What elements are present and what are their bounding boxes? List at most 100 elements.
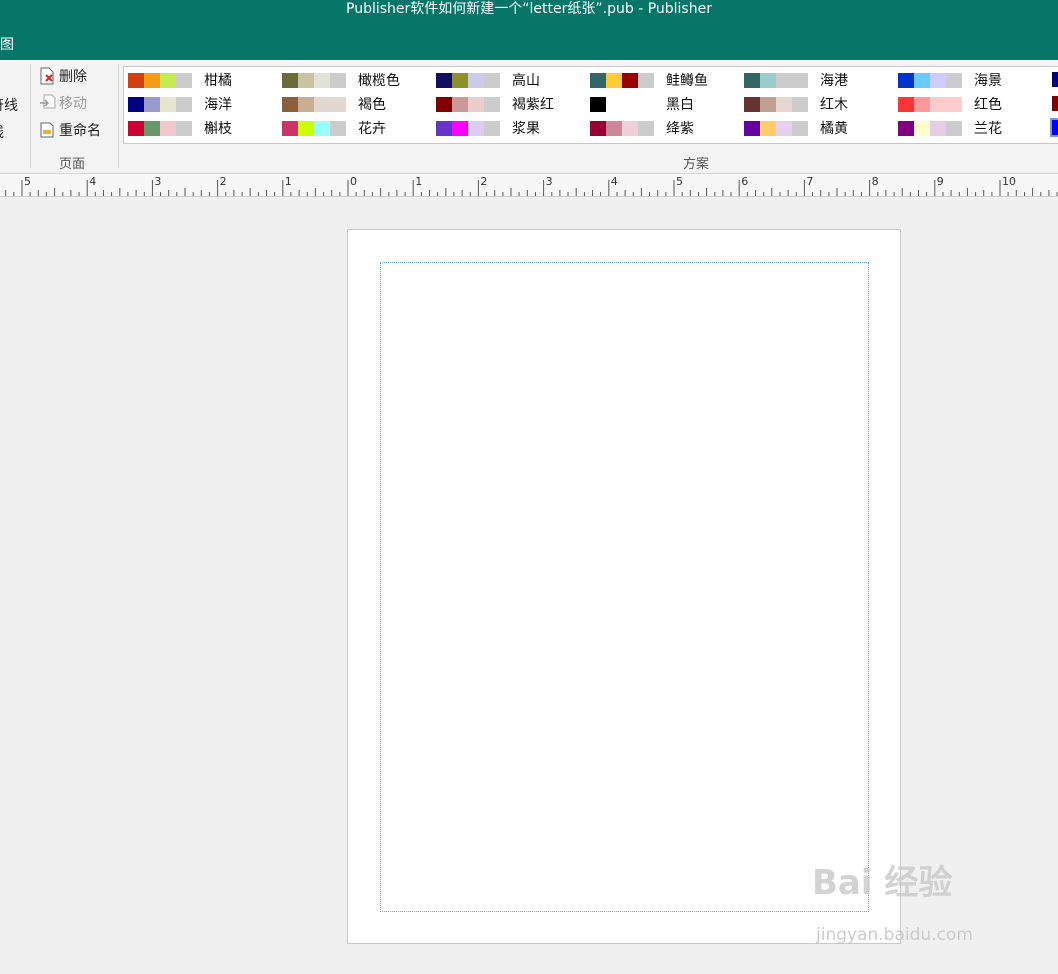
color-scheme-item[interactable]: 橘黄 xyxy=(744,118,848,138)
color-swatch xyxy=(484,96,500,112)
move-page-label: 移动 xyxy=(59,96,87,112)
color-scheme-item[interactable]: 海港 xyxy=(744,70,848,90)
scheme-swatches xyxy=(436,120,500,136)
delete-page-icon xyxy=(38,67,56,85)
color-swatch xyxy=(160,72,176,88)
scheme-name: 兰花 xyxy=(974,121,1002,137)
tab-view[interactable]: 视图 xyxy=(0,34,14,54)
color-scheme-item[interactable]: 柑橘 xyxy=(128,70,232,90)
color-swatch xyxy=(776,72,792,88)
window-title: Publisher软件如何新建一个“letter纸张”.pub - Publis… xyxy=(346,1,712,17)
color-swatch xyxy=(144,96,160,112)
color-scheme-item[interactable]: 红色 xyxy=(898,94,1002,114)
color-scheme-item[interactable]: 黑白 xyxy=(590,94,694,114)
title-bar: Publisher软件如何新建一个“letter纸张”.pub - Publis… xyxy=(0,0,1058,26)
move-page-button[interactable]: 移动 xyxy=(38,92,87,114)
color-swatch xyxy=(792,72,808,88)
ruler-label: 4 xyxy=(611,175,618,188)
group-separator xyxy=(118,64,119,168)
color-scheme-item[interactable]: 海洋 xyxy=(128,94,232,114)
color-scheme-item[interactable]: 海景 xyxy=(898,70,1002,90)
color-swatch xyxy=(930,72,946,88)
scheme-name: 海港 xyxy=(820,73,848,89)
color-swatch xyxy=(436,96,452,112)
color-scheme-item[interactable]: 橄榄色 xyxy=(282,70,400,90)
color-swatch xyxy=(298,72,314,88)
left-cut-label-2[interactable]: 线 xyxy=(0,122,4,142)
color-scheme-item[interactable]: 红木 xyxy=(744,94,848,114)
color-swatch xyxy=(176,96,192,112)
watermark-url: jingyan.baidu.com xyxy=(816,925,973,945)
color-scheme-item[interactable]: 褐色 xyxy=(282,94,386,114)
ruler-label: 6 xyxy=(741,175,748,188)
color-swatch xyxy=(436,120,452,136)
color-swatch xyxy=(776,96,792,112)
scheme-swatches xyxy=(128,72,192,88)
scheme-swatches xyxy=(128,96,192,112)
color-swatch xyxy=(622,96,638,112)
color-scheme-item[interactable]: 浆果 xyxy=(436,118,540,138)
horizontal-ruler[interactable]: 5 4 3 2 1 0 1 2 3 4 5 6 7 8 9 10 xyxy=(0,174,1058,197)
color-swatch xyxy=(144,72,160,88)
color-swatch xyxy=(930,120,946,136)
color-swatch xyxy=(898,96,914,112)
scheme-swatches xyxy=(128,120,192,136)
scheme-swatches xyxy=(590,72,654,88)
scheme-swatches xyxy=(898,96,962,112)
color-swatch xyxy=(314,120,330,136)
color-scheme-item[interactable]: 绛紫 xyxy=(590,118,694,138)
color-swatch xyxy=(314,96,330,112)
color-swatch xyxy=(898,120,914,136)
ruler-label: 0 xyxy=(350,175,357,188)
ruler-label: 2 xyxy=(220,175,227,188)
color-swatch xyxy=(744,120,760,136)
scheme-name: 花卉 xyxy=(358,121,386,137)
color-scheme-item[interactable]: 花卉 xyxy=(282,118,386,138)
color-swatch xyxy=(638,120,654,136)
color-scheme-item[interactable]: 褐紫红 xyxy=(436,94,554,114)
color-swatch xyxy=(606,120,622,136)
scheme-name: 鲑鳟鱼 xyxy=(666,73,708,89)
scheme-name: 红色 xyxy=(974,97,1002,113)
color-swatch xyxy=(760,120,776,136)
left-cut-label-1[interactable]: 符线 xyxy=(0,95,18,115)
page-group: 删除 移动 重命名 页面 xyxy=(34,60,118,173)
color-swatch xyxy=(468,120,484,136)
color-scheme-item-cut[interactable] xyxy=(1052,96,1058,111)
color-swatch xyxy=(590,120,606,136)
ruler-label: 3 xyxy=(154,175,161,188)
color-swatch xyxy=(946,96,962,112)
scheme-name: 绛紫 xyxy=(666,121,694,137)
ruler-label: 5 xyxy=(24,175,31,188)
color-swatch xyxy=(914,96,930,112)
color-scheme-item-cut[interactable] xyxy=(1050,118,1058,137)
color-swatch xyxy=(606,96,622,112)
scheme-swatches xyxy=(744,120,808,136)
scheme-name: 红木 xyxy=(820,97,848,113)
color-swatch xyxy=(176,120,192,136)
color-scheme-item[interactable]: 高山 xyxy=(436,70,540,90)
scheme-swatches xyxy=(590,96,654,112)
color-swatch xyxy=(760,96,776,112)
color-swatch xyxy=(452,120,468,136)
delete-page-button[interactable]: 删除 xyxy=(38,65,87,87)
color-swatch xyxy=(638,72,654,88)
publication-page[interactable] xyxy=(347,229,901,944)
color-swatch xyxy=(914,72,930,88)
color-swatch xyxy=(468,72,484,88)
scheme-swatches xyxy=(744,72,808,88)
color-scheme-item[interactable]: 槲枝 xyxy=(128,118,232,138)
baidu-watermark: Bai 经验 jingyan.baidu.com xyxy=(812,855,1002,950)
color-swatch xyxy=(744,72,760,88)
margin-guide xyxy=(380,262,869,912)
color-swatch xyxy=(128,120,144,136)
color-swatch xyxy=(176,72,192,88)
ribbon-tab-row: 视图 xyxy=(0,26,1058,60)
color-scheme-item[interactable]: 鲑鳟鱼 xyxy=(590,70,708,90)
color-scheme-item-cut[interactable] xyxy=(1052,72,1058,87)
color-scheme-item[interactable]: 兰花 xyxy=(898,118,1002,138)
rename-page-button[interactable]: 重命名 xyxy=(38,119,101,141)
scheme-name: 柑橘 xyxy=(204,73,232,89)
scheme-name: 海洋 xyxy=(204,97,232,113)
ruler-label: 7 xyxy=(806,175,813,188)
